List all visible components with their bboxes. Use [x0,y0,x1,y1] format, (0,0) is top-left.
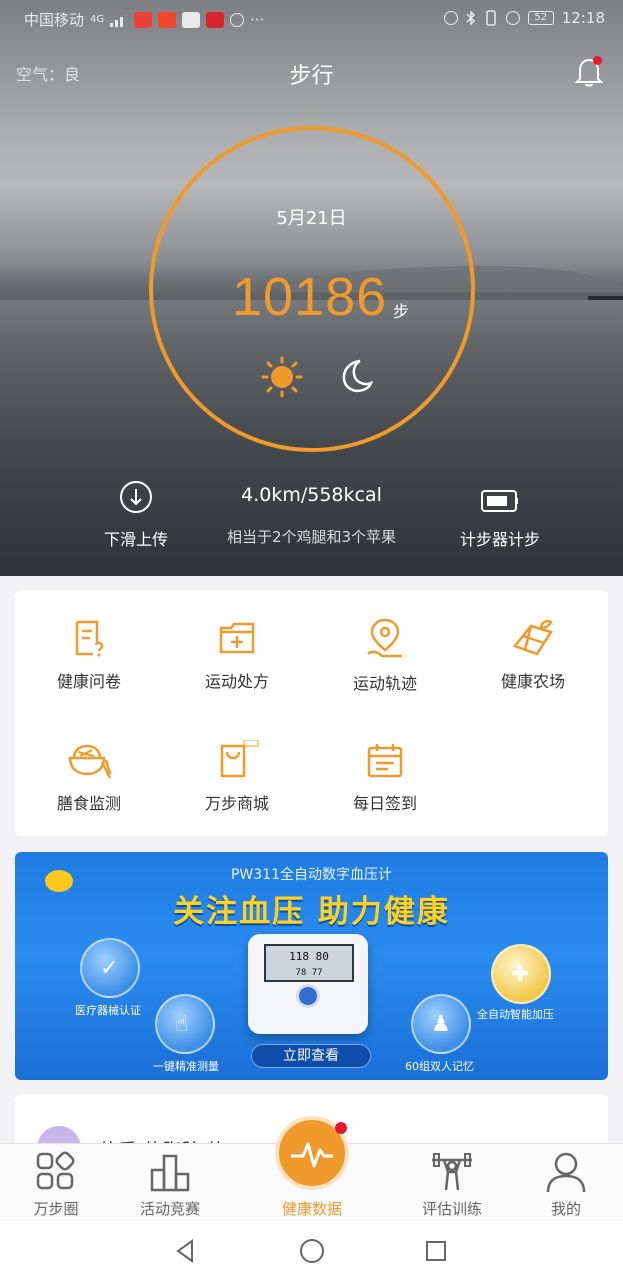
feature-mall[interactable]: 万步商城 [163,740,311,814]
monitor-reading: 118 80 [289,950,329,963]
app-notification-icon [158,11,177,28]
one-touch-icon: ☝ [155,994,215,1054]
notification-bell-button[interactable] [574,56,604,88]
pedometer-icon[interactable] [481,489,519,513]
data-saver-icon [505,11,520,25]
farm-icon [512,620,553,656]
banner-slogan: 关注血压 助力健康 [173,894,450,930]
swipe-upload-label[interactable]: 下滑上传 [96,526,176,550]
feature-daily-checkin[interactable]: 每日签到 [311,740,459,814]
tab-assessment-training[interactable]: 评估训练 [402,1150,502,1219]
bluetooth-icon [466,10,475,26]
banner-feature-4: 全自动智能加压 [477,1008,554,1021]
home-icon[interactable] [298,1237,326,1265]
step-date: 5月21日 [276,208,347,229]
app-notification-icon [134,11,153,28]
feature-exercise-track[interactable]: 运动轨迹 [311,618,459,694]
back-icon[interactable] [172,1237,200,1265]
distance-calories: 4.0km/558kcal [241,484,382,506]
tab-label: 活动竞赛 [139,1200,200,1218]
banner-feature-2: 一键精准测量 [153,1060,219,1073]
tab-health-data-button[interactable] [275,1116,349,1190]
feature-label: 健康农场 [500,672,565,691]
feature-exercise-prescription[interactable]: 运动处方 [163,618,311,692]
tab-label: 万步圈 [33,1200,79,1218]
tab-label: 评估训练 [421,1200,482,1218]
swipe-upload-icon[interactable] [119,480,153,514]
tab-label: 我的 [550,1200,581,1218]
tab-community[interactable]: 万步圈 [6,1150,106,1219]
battery-icon: 52 [527,11,554,25]
calorie-equivalent: 相当于2个鸡腿和3个苹果 [226,528,397,546]
network-type: 4G [90,14,105,25]
blood-pressure-monitor-image: 118 80 78 77 [248,934,368,1034]
status-bar: 中国移动 4G ··· 52 12:18 [0,0,623,36]
more-notifications: ··· [250,10,265,29]
location-track-icon [367,618,402,658]
system-nav-bar [0,1221,623,1280]
tab-competitions[interactable]: 活动竞赛 [120,1150,220,1219]
app-notification-icon [182,11,201,28]
tab-profile[interactable]: 我的 [516,1150,616,1219]
diet-bowl-icon [68,744,112,779]
carrier-name: 中国移动 [24,11,85,29]
banner-feature-3: 60组双人记忆 [405,1060,474,1073]
tab-health-data-label[interactable]: 健康数据 [262,1198,362,1219]
health-data-badge [335,1122,347,1134]
feature-label: 运动处方 [204,672,269,691]
monitor-button [296,984,320,1008]
feature-diet-monitoring[interactable]: 膳食监测 [15,740,163,814]
feature-grid: 健康问卷 运动处方 运动轨迹 健康农场 膳食监测 万步商城 每日签到 [15,590,608,836]
step-count: 10186 [232,267,388,327]
auto-pressurize-icon: ✚ [491,944,551,1004]
signal-icon [110,13,129,27]
pier [588,296,623,300]
clock: 12:18 [561,9,605,27]
shopping-bag-icon [220,740,259,778]
step-unit: 步 [393,302,410,321]
calendar-checkin-icon [367,744,403,778]
feature-label: 膳食监测 [56,794,121,813]
view-now-button[interactable]: 立即查看 [251,1044,371,1068]
feature-health-questionnaire[interactable]: 健康问卷 [15,618,163,692]
questionnaire-icon [75,620,104,657]
prescription-icon [219,622,255,654]
notification-badge [593,56,602,65]
weightlifting-icon [432,1153,472,1191]
banner-feature-1: 医疗器械认证 [75,1004,141,1017]
moon-icon[interactable] [336,356,376,396]
certification-badge-icon: ✓ [80,938,140,998]
promo-banner[interactable]: PW311全自动数字血压计 关注血压 助力健康 ✓ 医疗器械认证 ☝ 一键精准测… [15,852,608,1080]
feature-label: 运动轨迹 [352,674,417,693]
monitor-reading-2: 78 77 [295,968,323,978]
feature-label: 每日签到 [352,794,417,813]
vibrate-icon [486,10,496,26]
community-grid-icon [36,1151,75,1190]
sun-icon[interactable] [261,356,303,398]
eye-icon [443,11,458,25]
sync-icon [230,12,245,27]
app-notification-icon [206,11,225,28]
recent-apps-icon[interactable] [422,1237,450,1265]
page-title: 步行 [289,64,334,89]
feature-label: 健康问卷 [56,672,121,691]
banner-model: PW311全自动数字血压计 [230,867,392,883]
person-icon [546,1152,586,1193]
dual-user-memory-icon: ♟ [411,994,471,1054]
feature-health-farm[interactable]: 健康农场 [459,618,607,692]
pedometer-label[interactable]: 计步器计步 [448,526,552,550]
podium-icon [150,1154,190,1192]
feature-label: 万步商城 [204,794,269,813]
